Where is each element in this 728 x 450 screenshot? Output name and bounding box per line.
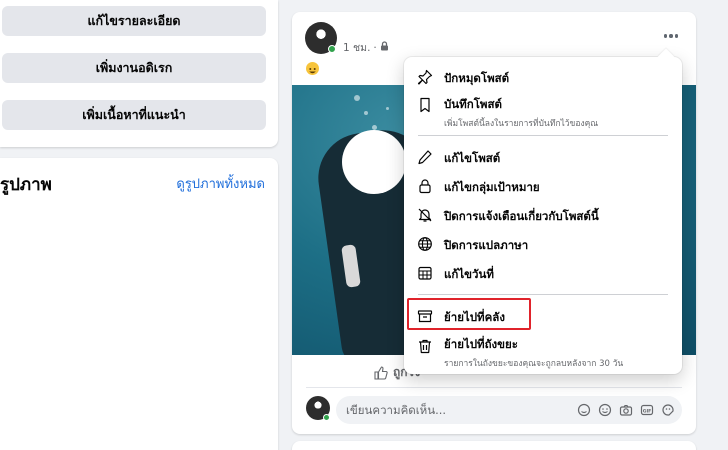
more-options-icon[interactable]	[661, 26, 681, 46]
menu-item-description: รายการในถังขยะของคุณจะถูกลบหลังจาก 30 วั…	[444, 359, 624, 369]
svg-text:GIF: GIF	[643, 408, 652, 414]
divider	[306, 387, 682, 388]
bookmark-icon	[415, 95, 435, 115]
menu-item-edit-date[interactable]: แก้ไขวันที่	[410, 262, 676, 284]
edit-details-button[interactable]: แก้ไขรายละเอียด	[2, 6, 266, 36]
globe-icon	[415, 234, 435, 254]
emoji-icon[interactable]	[597, 402, 613, 418]
menu-item-save-post[interactable]: บันทึกโพสต์ เพิ่มโพสต์นี้ลงในรายการที่บั…	[410, 94, 676, 129]
intro-card: แก้ไขรายละเอียด เพิ่มงานอดิเรก เพิ่มเนื้…	[0, 0, 278, 147]
menu-item-turn-off-translation[interactable]: ปิดการแปลภาษา	[410, 233, 676, 255]
post-options-menu: ปักหมุดโพสต์ บันทึกโพสต์ เพิ่มโพสต์นี้ลง…	[404, 48, 682, 374]
menu-item-description: เพิ่มโพสต์นี้ลงในรายการที่บันทึกไว้ของคุ…	[444, 119, 599, 129]
photos-title: รูปภาพ	[0, 175, 52, 195]
next-post-card	[292, 441, 696, 450]
menu-item-label: แก้ไขวันที่	[444, 267, 494, 281]
lock-icon[interactable]	[380, 41, 389, 54]
avatar-sticker-icon[interactable]	[576, 402, 592, 418]
camera-icon[interactable]	[618, 402, 634, 418]
highlight-annotation	[407, 298, 531, 330]
online-status-dot	[328, 45, 336, 53]
gif-icon[interactable]: GIF	[639, 402, 655, 418]
comment-composer: เขียนความคิดเห็น... GIF	[306, 396, 682, 424]
bell-off-icon	[415, 205, 435, 225]
sticker-icon[interactable]	[660, 402, 676, 418]
menu-item-edit-audience[interactable]: แก้ไขกลุ่มเป้าหมาย	[410, 175, 676, 197]
blurred-face	[342, 130, 406, 194]
online-status-dot	[323, 414, 330, 421]
profile-left-column: แก้ไขรายละเอียด เพิ่มงานอดิเรก เพิ่มเนื้…	[0, 0, 278, 450]
menu-item-pin-post[interactable]: ปักหมุดโพสต์	[410, 66, 676, 88]
thumbs-up-icon	[374, 365, 388, 380]
add-featured-button[interactable]: เพิ่มเนื้อหาที่แนะนำ	[2, 100, 266, 130]
menu-item-label: ปิดการแปลภาษา	[444, 238, 529, 252]
calendar-icon	[415, 263, 435, 283]
pin-icon	[415, 67, 435, 87]
photos-card: รูปภาพ ดูรูปภาพทั้งหมด	[0, 158, 278, 450]
menu-item-label: ปิดการแจ้งเตือนเกี่ยวกับโพสต์นี้	[444, 209, 599, 223]
pencil-icon	[415, 147, 435, 167]
menu-divider	[418, 135, 668, 136]
menu-item-edit-post[interactable]: แก้ไขโพสต์	[410, 146, 676, 168]
add-hobbies-button[interactable]: เพิ่มงานอดิเรก	[2, 53, 266, 83]
trash-icon	[415, 336, 435, 356]
post-time[interactable]: 1 ชม.	[343, 39, 370, 56]
menu-item-turn-off-notifications[interactable]: ปิดการแจ้งเตือนเกี่ยวกับโพสต์นี้	[410, 204, 676, 226]
lock-icon	[415, 176, 435, 196]
menu-divider	[418, 294, 668, 295]
grinning-emoji-icon	[306, 62, 319, 75]
see-all-photos-link[interactable]: ดูรูปภาพทั้งหมด	[176, 173, 265, 194]
menu-item-move-to-trash[interactable]: ย้ายไปที่ถังขยะ รายการในถังขยะของคุณจะถู…	[410, 333, 676, 369]
meta-separator: ·	[373, 41, 377, 54]
comment-tools: GIF	[576, 402, 676, 418]
menu-item-label: บันทึกโพสต์	[444, 97, 502, 111]
menu-item-label: ปักหมุดโพสต์	[444, 71, 510, 85]
menu-item-label: ย้ายไปที่ถังขยะ	[444, 337, 518, 351]
menu-item-label: แก้ไขกลุ่มเป้าหมาย	[444, 180, 540, 194]
menu-item-label: แก้ไขโพสต์	[444, 151, 501, 165]
post-meta: 1 ชม. ·	[343, 39, 389, 56]
